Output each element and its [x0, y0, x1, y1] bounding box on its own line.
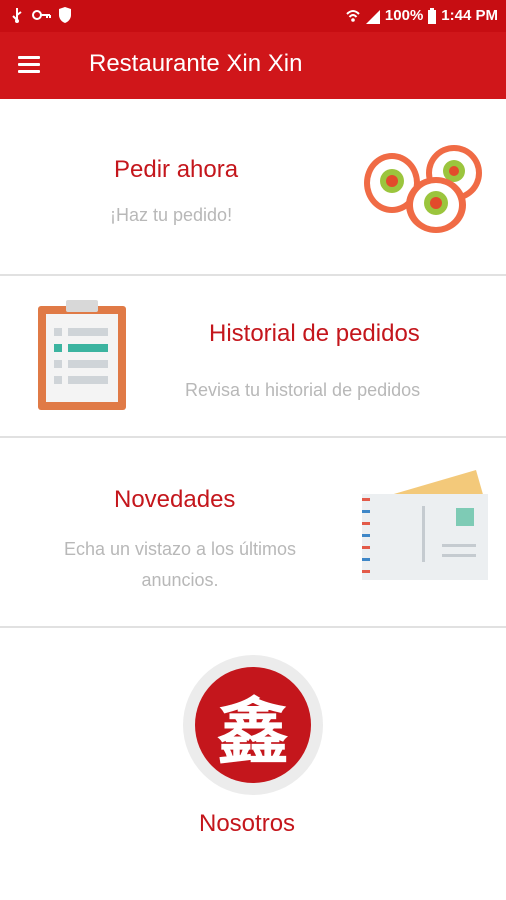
shield-icon [59, 7, 71, 23]
battery-icon [428, 8, 437, 24]
signal-icon [365, 10, 380, 24]
order-history-card[interactable]: Historial de pedidos Revisa tu historial… [0, 276, 506, 436]
about-title[interactable]: Nosotros [199, 810, 295, 838]
order-now-subtitle: ¡Haz tu pedido! [110, 205, 233, 225]
sushi-icon [364, 145, 482, 233]
news-title: Novedades [114, 486, 236, 513]
order-history-title: Historial de pedidos [209, 320, 420, 347]
app-bar: Restaurante Xin Xin [0, 32, 506, 99]
news-subtitle: Echa un vistazo a los últimos anuncios. [63, 539, 297, 590]
status-left-icons [8, 6, 72, 24]
wifi-icon [346, 10, 360, 22]
status-bar: 100% 1:44 PM [0, 0, 506, 32]
order-now-title: Pedir ahora [114, 156, 239, 183]
battery-percent: 100% [384, 7, 424, 24]
order-history-subtitle: Revisa tu historial de pedidos [185, 380, 421, 400]
hamburger-menu-icon[interactable] [18, 52, 50, 80]
envelope-icon [362, 470, 488, 580]
status-right-icons: 100% 1:44 PM [345, 6, 498, 26]
logo-character: 鑫 [195, 667, 311, 783]
clipboard-icon [38, 300, 126, 410]
app-title: Restaurante Xin Xin [89, 50, 303, 77]
news-card[interactable]: Novedades Echa un vistazo a los últimos … [0, 438, 506, 626]
order-now-card[interactable]: Pedir ahora ¡Haz tu pedido! [0, 99, 506, 275]
key-icon [32, 10, 51, 20]
clock: 1:44 PM [441, 7, 498, 24]
usb-icon [12, 8, 22, 23]
